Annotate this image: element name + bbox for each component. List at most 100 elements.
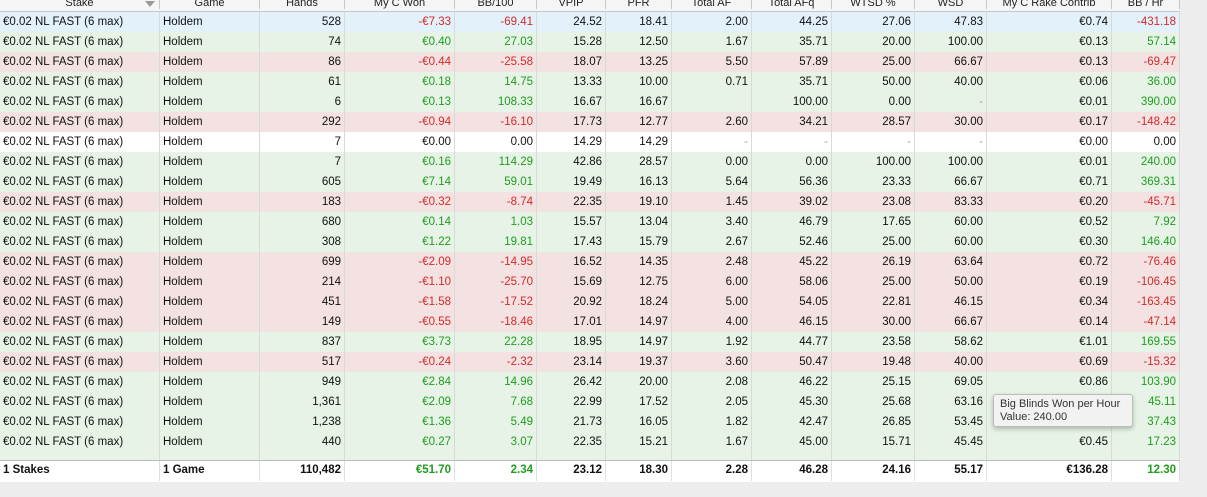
column-header-stake[interactable]: Stake [0, 0, 160, 9]
column-header-af[interactable]: Total AF [672, 0, 752, 9]
column-header-won[interactable]: My C Won [345, 0, 455, 9]
cell-stake [0, 452, 160, 460]
cell-rake: €136.28 [987, 461, 1112, 481]
column-header-wsd[interactable]: WSD [915, 0, 987, 9]
cell-stake: €0.02 NL FAST (6 max) [0, 432, 160, 452]
cell-hands: 440 [260, 432, 345, 452]
column-header-hands[interactable]: Hands [260, 0, 345, 9]
cell-af: 2.05 [672, 392, 752, 412]
cell-bbhr: 57.14 [1112, 32, 1180, 52]
cell-hands: 214 [260, 272, 345, 292]
totals-row: 1 Stakes 1 Game 110,482 €51.70 2.34 23.12 18.3… [0, 460, 1180, 481]
cell-won: €3.73 [345, 332, 455, 352]
table-row[interactable]: €0.02 NL FAST (6 max) Holdem 149 -€0.55 -18.… [0, 312, 1180, 332]
table-row[interactable]: €0.02 NL FAST (6 max) Holdem 6 €0.13 108.33 1… [0, 92, 1180, 112]
cell-wtsd: 27.06 [832, 12, 915, 32]
column-header-bbhr[interactable]: BB / Hr [1112, 0, 1180, 9]
cell-vpip: 22.99 [537, 392, 606, 412]
cell-game: Holdem [160, 152, 260, 172]
column-header-vpip[interactable]: VPIP [537, 0, 606, 9]
horizontal-scrollbar-track[interactable] [0, 482, 1207, 497]
table-row[interactable]: €0.02 NL FAST (6 max) Holdem 451 -€1.58 -17.… [0, 292, 1180, 312]
cell-wtsd: 23.08 [832, 192, 915, 212]
table-row[interactable]: €0.02 NL FAST (6 max) Holdem 308 €1.22 19.81… [0, 232, 1180, 252]
cell-hands: 308 [260, 232, 345, 252]
cell-vpip: 15.69 [537, 272, 606, 292]
cell-bb100: 59.01 [455, 172, 537, 192]
cell-hands: 680 [260, 212, 345, 232]
table-row[interactable]: €0.02 NL FAST (6 max) Holdem 699 -€2.09 -14.… [0, 252, 1180, 272]
table-row[interactable]: €0.02 NL FAST (6 max) Holdem 183 -€0.32 -8.7… [0, 192, 1180, 212]
tooltip-value: Value: 240.00 [1000, 411, 1068, 423]
table-row[interactable]: €0.02 NL FAST (6 max) Holdem 214 -€1.10 -25.… [0, 272, 1180, 292]
table-row[interactable]: €0.02 NL FAST (6 max) Holdem 7 €0.16 114.29 4… [0, 152, 1180, 172]
cell-vpip: 26.42 [537, 372, 606, 392]
vertical-scrollbar-track[interactable] [1180, 0, 1207, 482]
cell-wtsd: 25.00 [832, 272, 915, 292]
cell-vpip: 18.95 [537, 332, 606, 352]
cell-bbhr: 17.23 [1112, 432, 1180, 452]
cell-afq: 42.47 [752, 412, 832, 432]
cell-afq: 44.25 [752, 12, 832, 32]
cell-bbhr: -431.18 [1112, 12, 1180, 32]
table-row[interactable]: €0.02 NL FAST (6 max) Holdem 680 €0.14 1.03 1… [0, 212, 1180, 232]
sort-down-icon[interactable] [145, 1, 155, 7]
cell-hands: 6 [260, 92, 345, 112]
cell-won: €2.84 [345, 372, 455, 392]
cell-bb100: -25.58 [455, 52, 537, 72]
table-row[interactable]: €0.02 NL FAST (6 max) Holdem 528 -€7.33 -69.… [0, 12, 1180, 32]
column-header-rake[interactable]: My C Rake Contrib [987, 0, 1112, 9]
cell-wtsd: - [832, 132, 915, 152]
cell-rake: €0.06 [987, 72, 1112, 92]
cell-hands: 110,482 [260, 461, 345, 481]
cell-hands: 1,361 [260, 392, 345, 412]
column-header-pfr[interactable]: PFR [606, 0, 672, 9]
column-header-bb100[interactable]: BB/100 [455, 0, 537, 9]
table-row[interactable]: €0.02 NL FAST (6 max) Holdem 74 €0.40 27.03 1… [0, 32, 1180, 52]
cell-afq: 44.77 [752, 332, 832, 352]
column-header-afq[interactable]: Total AFq [752, 0, 832, 9]
column-header-label: Hands [286, 0, 318, 9]
table-row[interactable]: €0.02 NL FAST (6 max) Holdem 292 -€0.94 -16.… [0, 112, 1180, 132]
cell-vpip: 20.92 [537, 292, 606, 312]
cell-game: Holdem [160, 32, 260, 52]
table-row[interactable] [0, 452, 1180, 460]
table-row[interactable]: €0.02 NL FAST (6 max) Holdem 61 €0.18 14.75 1… [0, 72, 1180, 92]
cell-pfr: 12.75 [606, 272, 672, 292]
table-row[interactable]: €0.02 NL FAST (6 max) Holdem 949 €2.84 14.96… [0, 372, 1180, 392]
cell-stake: €0.02 NL FAST (6 max) [0, 312, 160, 332]
cell-rake: €0.01 [987, 92, 1112, 112]
table-row[interactable]: €0.02 NL FAST (6 max) Holdem 517 -€0.24 -2.3… [0, 352, 1180, 372]
table-row[interactable]: €0.02 NL FAST (6 max) Holdem 837 €3.73 22.28… [0, 332, 1180, 352]
cell-wsd: 60.00 [915, 232, 987, 252]
cell-won: -€0.94 [345, 112, 455, 132]
cell-pfr [606, 452, 672, 460]
cell-af: 2.48 [672, 252, 752, 272]
column-header-game[interactable]: Game [160, 0, 260, 9]
cell-hands: 528 [260, 12, 345, 32]
cell-bb100: -25.70 [455, 272, 537, 292]
cell-game: Holdem [160, 92, 260, 112]
table-row[interactable]: €0.02 NL FAST (6 max) Holdem 7 €0.00 0.00 14.… [0, 132, 1180, 152]
cell-wsd: 63.16 [915, 392, 987, 412]
cell-won: €0.00 [345, 132, 455, 152]
column-header-wtsd[interactable]: WTSD % [832, 0, 915, 9]
cell-pfr: 20.00 [606, 372, 672, 392]
cell-rake: €0.13 [987, 32, 1112, 52]
cell-vpip: 17.43 [537, 232, 606, 252]
cell-pfr: 13.25 [606, 52, 672, 72]
table-row[interactable]: €0.02 NL FAST (6 max) Holdem 440 €0.27 3.07 2… [0, 432, 1180, 452]
cell-wtsd: 28.57 [832, 112, 915, 132]
cell-rake: €0.71 [987, 172, 1112, 192]
cell-wtsd: 30.00 [832, 312, 915, 332]
table-body: €0.02 NL FAST (6 max) Holdem 528 -€7.33 -69.… [0, 12, 1180, 452]
cell-wtsd [832, 452, 915, 460]
cell-pfr: 18.30 [606, 461, 672, 481]
table-row[interactable]: €0.02 NL FAST (6 max) Holdem 605 €7.14 59.01… [0, 172, 1180, 192]
table-row[interactable]: €0.02 NL FAST (6 max) Holdem 86 -€0.44 -25.5… [0, 52, 1180, 72]
cell-bbhr: 36.00 [1112, 72, 1180, 92]
cell-rake: €0.34 [987, 292, 1112, 312]
cell-wsd: - [915, 132, 987, 152]
cell-afq: 45.00 [752, 432, 832, 452]
cell-won: €1.22 [345, 232, 455, 252]
